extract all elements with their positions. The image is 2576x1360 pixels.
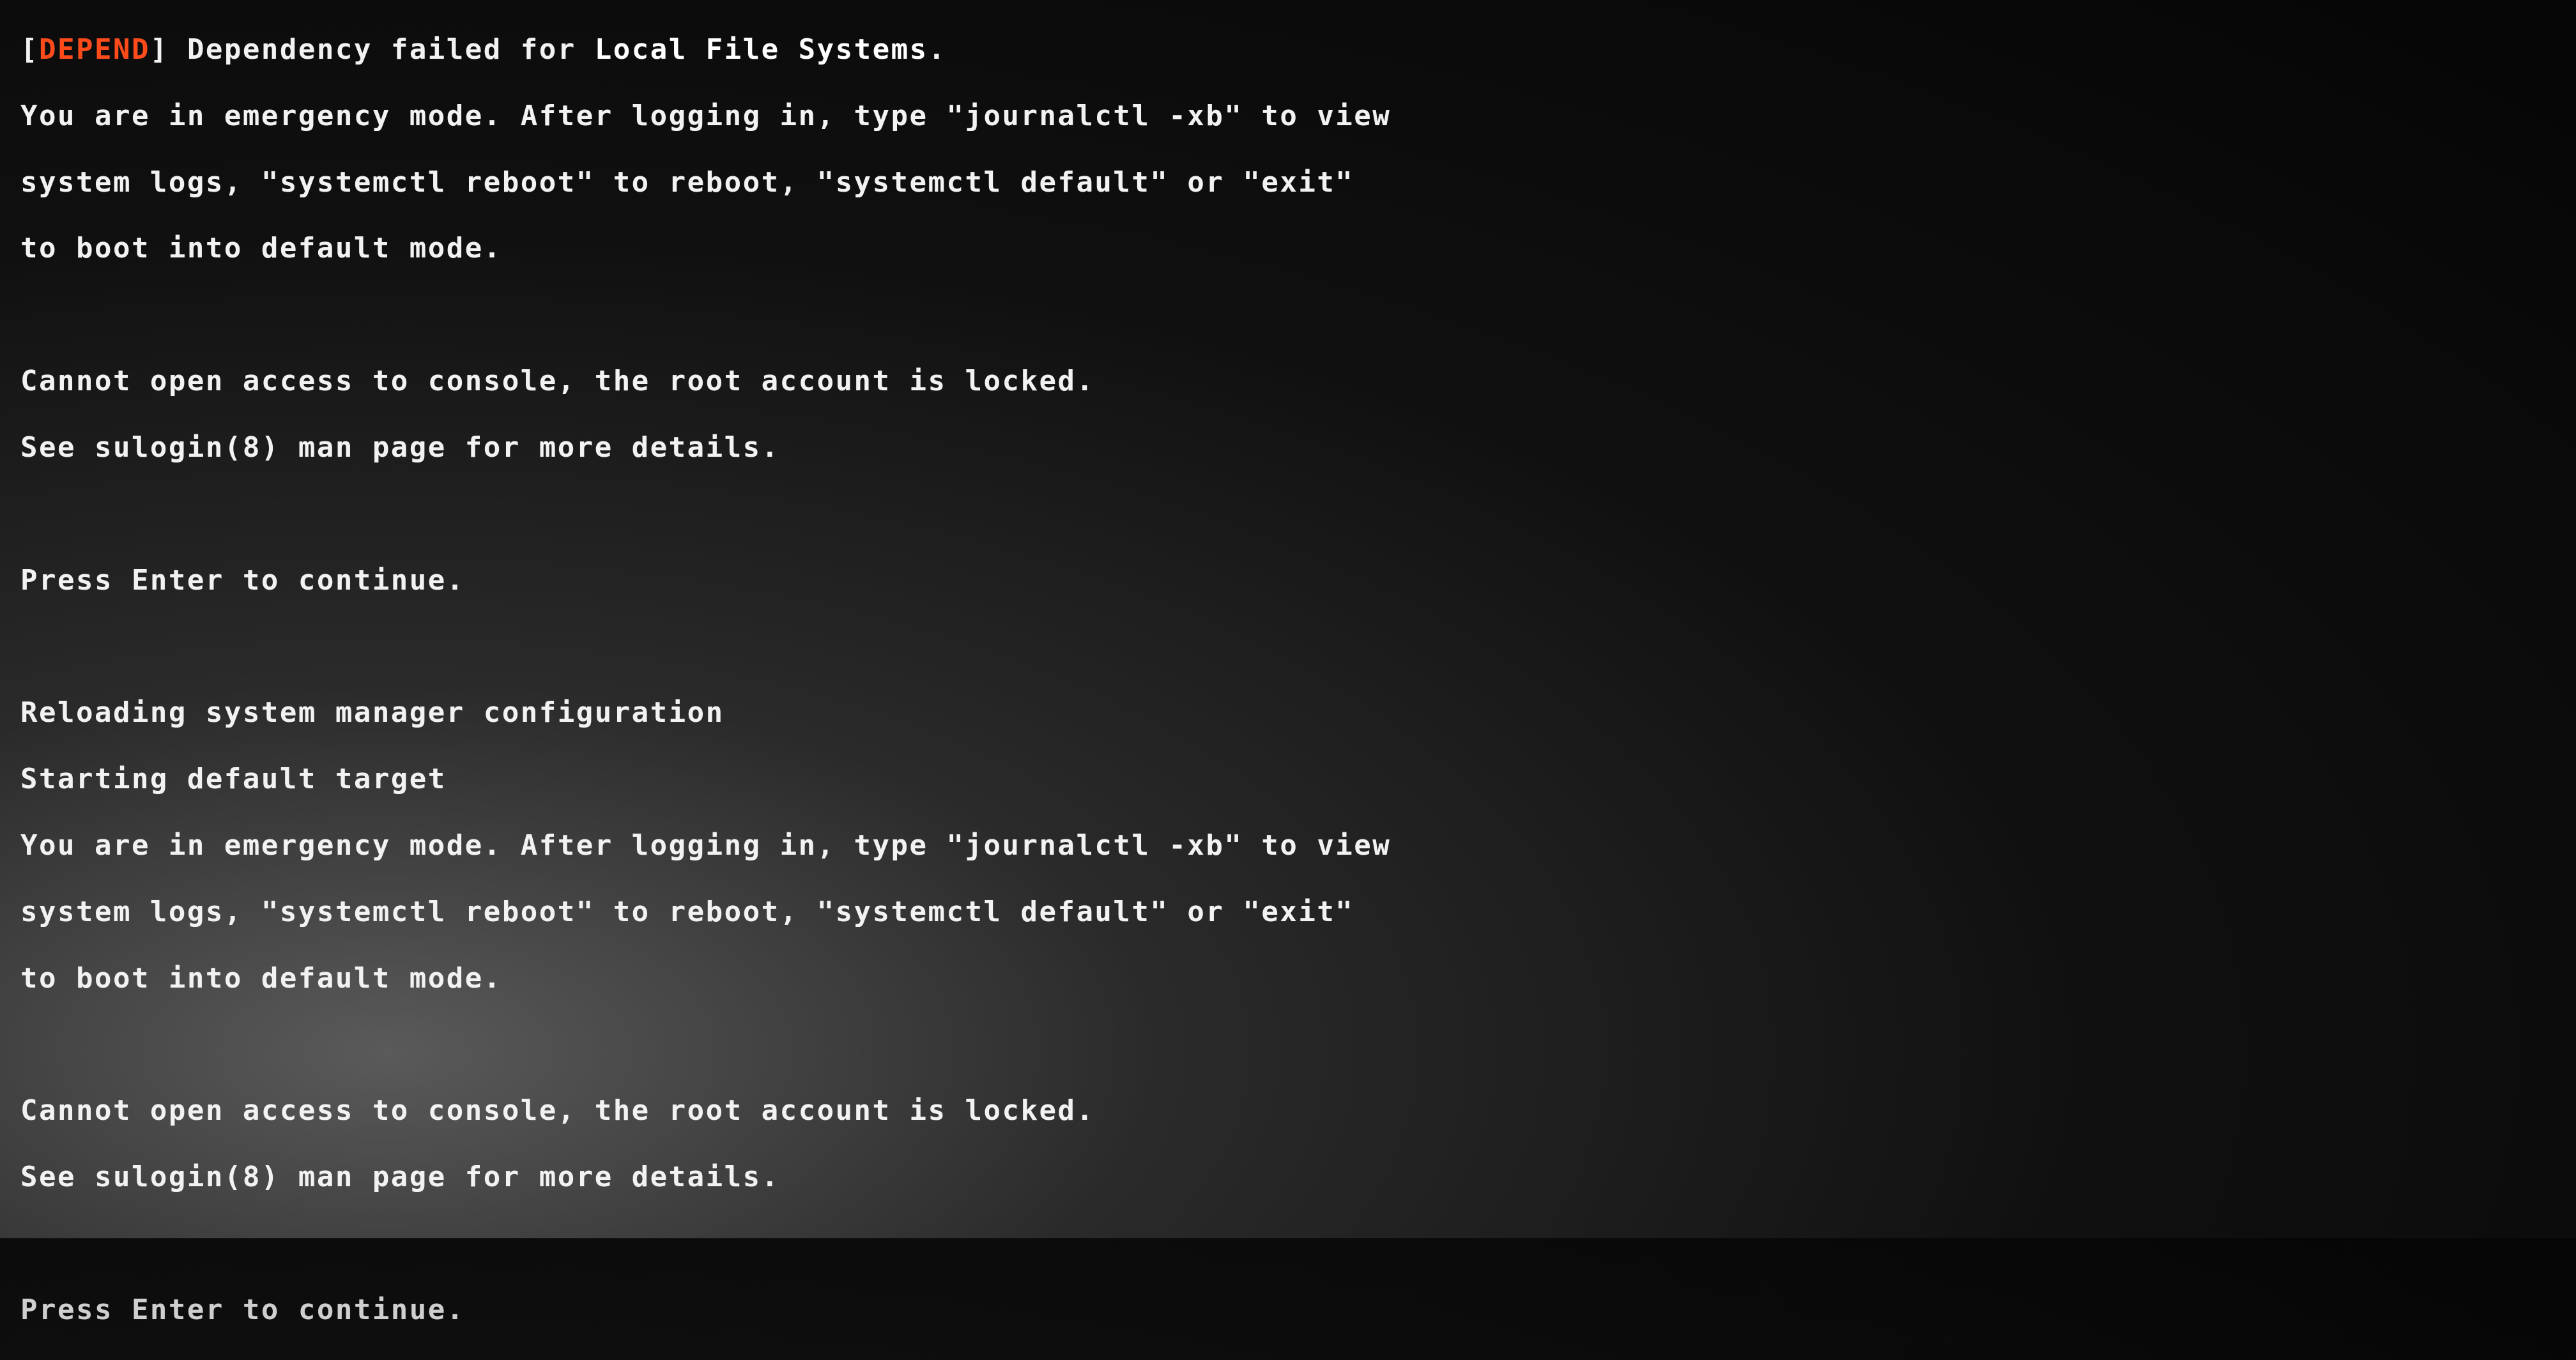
- console-line: Starting default target: [20, 763, 1391, 796]
- blank-line: [20, 498, 1391, 531]
- console-line: to boot into default mode.: [20, 962, 1391, 995]
- boot-console: [DEPEND] Dependency failed for Local Fil…: [0, 0, 1391, 1360]
- console-line: See sulogin(8) man page for more details…: [20, 431, 1391, 464]
- console-line: Reloading system manager configuration: [20, 696, 1391, 730]
- console-line: system logs, "systemctl reboot" to reboo…: [20, 896, 1391, 929]
- bracket-open: [: [20, 33, 39, 66]
- blank-line: [20, 1227, 1391, 1260]
- blank-line: [20, 298, 1391, 332]
- console-line: Cannot open access to console, the root …: [20, 1094, 1391, 1127]
- console-line: See sulogin(8) man page for more details…: [20, 1161, 1391, 1194]
- bracket-close: ]: [150, 33, 187, 66]
- depend-msg-c: .: [928, 33, 947, 66]
- console-line: to boot into default mode.: [20, 232, 1391, 265]
- depend-msg-b: Local File Systems: [595, 33, 928, 66]
- console-line: You are in emergency mode. After logging…: [20, 829, 1391, 862]
- console-line: Cannot open access to console, the root …: [20, 365, 1391, 398]
- console-line-press-enter[interactable]: Press Enter to continue.: [20, 1294, 1391, 1327]
- console-line: You are in emergency mode. After logging…: [20, 100, 1391, 133]
- console-line: system logs, "systemctl reboot" to reboo…: [20, 166, 1391, 199]
- blank-line: [20, 1028, 1391, 1061]
- blank-line: [20, 630, 1391, 663]
- console-line-depend: [DEPEND] Dependency failed for Local Fil…: [20, 33, 1391, 66]
- depend-msg-a: Dependency failed for: [187, 33, 595, 66]
- console-line-press-enter[interactable]: Press Enter to continue.: [20, 564, 1391, 597]
- depend-tag: DEPEND: [39, 33, 150, 66]
